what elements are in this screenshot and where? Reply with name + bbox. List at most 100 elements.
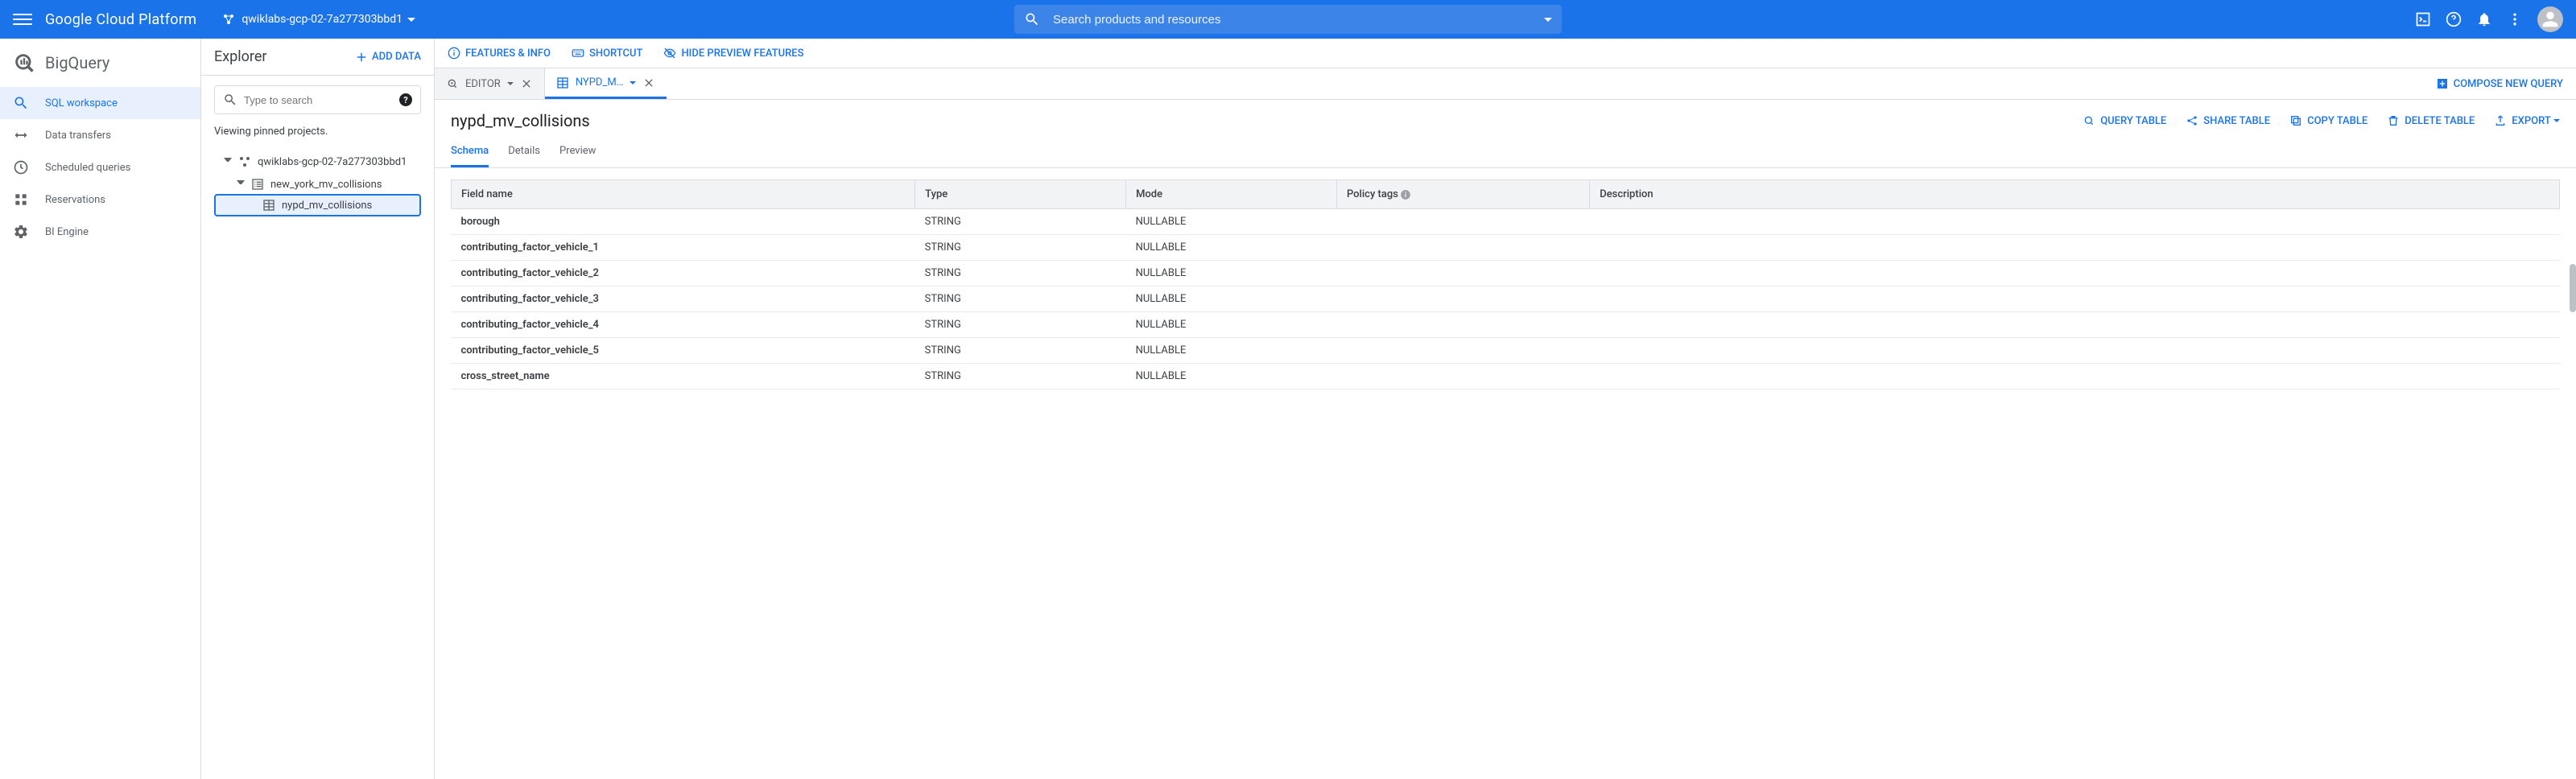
query-table-button[interactable]: QUERY TABLE <box>2083 114 2166 127</box>
table-row[interactable]: contributing_factor_vehicle_4 STRING NUL… <box>452 312 2560 338</box>
features-info-button[interactable]: FEATURES & INFO <box>448 47 551 60</box>
tree-table[interactable]: nypd_mv_collisions <box>214 194 421 216</box>
search-icon <box>223 93 237 107</box>
cell-desc <box>1590 209 2560 235</box>
menu-icon[interactable] <box>13 10 32 29</box>
tab-table[interactable]: NYPD_M… <box>545 68 667 99</box>
cell-field: contributing_factor_vehicle_3 <box>452 286 915 312</box>
chevron-down-icon[interactable] <box>1544 18 1552 22</box>
schema-table: Field name Type Mode Policy tags Descrip… <box>435 168 2576 390</box>
more-icon[interactable] <box>2507 11 2523 27</box>
table-row[interactable]: contributing_factor_vehicle_1 STRING NUL… <box>452 235 2560 261</box>
cell-desc <box>1590 312 2560 338</box>
cell-type: STRING <box>915 364 1126 390</box>
chevron-down-icon[interactable] <box>237 180 245 188</box>
project-picker[interactable]: qwiklabs-gcp-02-7a277303bbd1 <box>216 10 422 29</box>
help-icon[interactable]: ? <box>399 93 412 106</box>
col-field: Field name <box>452 180 915 209</box>
share-table-button[interactable]: SHARE TABLE <box>2186 114 2270 127</box>
explorer-header: Explorer ADD DATA <box>201 39 434 76</box>
project-name: qwiklabs-gcp-02-7a277303bbd1 <box>242 13 402 26</box>
copy-icon <box>2289 114 2302 127</box>
nav-bi-engine[interactable]: BI Engine <box>0 216 200 248</box>
project-icon <box>238 155 251 168</box>
tab-label: NYPD_M… <box>576 76 624 89</box>
cloud-shell-icon[interactable] <box>2415 11 2431 27</box>
table-row[interactable]: contributing_factor_vehicle_3 STRING NUL… <box>452 286 2560 312</box>
action-label: SHARE TABLE <box>2203 115 2270 127</box>
chevron-down-icon[interactable] <box>2553 119 2560 122</box>
export-button[interactable]: EXPORT <box>2494 114 2560 127</box>
document-tabs: EDITOR NYPD_M… COMPOSE NEW QUERY <box>435 68 2576 100</box>
cell-mode: NULLABLE <box>1126 235 1337 261</box>
table-actions: QUERY TABLE SHARE TABLE COPY TABLE DELET… <box>2083 114 2560 127</box>
cell-mode: NULLABLE <box>1126 261 1337 286</box>
cell-type: STRING <box>915 312 1126 338</box>
add-data-button[interactable]: ADD DATA <box>354 50 421 64</box>
gear-icon <box>13 224 29 240</box>
chevron-down-icon[interactable] <box>507 82 514 85</box>
cell-field: contributing_factor_vehicle_5 <box>452 338 915 364</box>
table-row[interactable]: cross_street_name STRING NULLABLE <box>452 364 2560 390</box>
subtab-schema[interactable]: Schema <box>451 137 489 167</box>
chevron-down-icon[interactable] <box>630 81 636 84</box>
help-icon[interactable] <box>2446 11 2462 27</box>
share-icon <box>2186 114 2198 127</box>
action-label: COPY TABLE <box>2307 115 2368 127</box>
chevron-down-icon <box>407 18 415 22</box>
cell-desc <box>1590 286 2560 312</box>
close-icon[interactable] <box>520 77 533 90</box>
explorer-search[interactable]: ? <box>214 85 421 114</box>
table-row[interactable]: borough STRING NULLABLE <box>452 209 2560 235</box>
search-box[interactable] <box>1014 5 1562 34</box>
keyboard-icon <box>572 47 584 60</box>
nav-sql-workspace[interactable]: SQL workspace <box>0 87 200 119</box>
table-row[interactable]: contributing_factor_vehicle_2 STRING NUL… <box>452 261 2560 286</box>
tree-project[interactable]: qwiklabs-gcp-02-7a277303bbd1 <box>221 150 415 173</box>
scrollbar-thumb[interactable] <box>2570 264 2576 312</box>
tree-label: new_york_mv_collisions <box>270 179 382 191</box>
compose-query-button[interactable]: COMPOSE NEW QUERY <box>2436 77 2563 90</box>
avatar[interactable] <box>2537 6 2563 32</box>
plus-icon <box>354 50 369 64</box>
cell-type: STRING <box>915 209 1126 235</box>
shortcut-label: SHORTCUT <box>589 47 642 60</box>
table-title: nypd_mv_collisions <box>451 111 590 130</box>
subtab-preview[interactable]: Preview <box>559 137 596 167</box>
left-nav: BigQuery SQL workspace Data transfers Sc… <box>0 39 201 779</box>
cell-field: cross_street_name <box>452 364 915 390</box>
cell-field: contributing_factor_vehicle_2 <box>452 261 915 286</box>
shortcut-button[interactable]: SHORTCUT <box>572 47 642 60</box>
nav-scheduled-queries[interactable]: Scheduled queries <box>0 151 200 183</box>
pinned-text: Viewing pinned projects. <box>214 126 421 138</box>
bigquery-icon <box>13 52 35 74</box>
cell-desc <box>1590 364 2560 390</box>
notifications-icon[interactable] <box>2476 11 2492 27</box>
tree-dataset[interactable]: new_york_mv_collisions <box>221 173 415 196</box>
copy-table-button[interactable]: COPY TABLE <box>2289 114 2368 127</box>
tab-editor[interactable]: EDITOR <box>435 68 545 99</box>
close-icon[interactable] <box>642 76 655 89</box>
table-icon <box>262 199 275 212</box>
product-title: BigQuery <box>45 53 109 72</box>
cell-mode: NULLABLE <box>1126 286 1337 312</box>
tab-label: EDITOR <box>465 78 501 90</box>
table-row[interactable]: contributing_factor_vehicle_5 STRING NUL… <box>452 338 2560 364</box>
plus-icon <box>2436 77 2449 90</box>
nav-reservations[interactable]: Reservations <box>0 183 200 216</box>
action-label: QUERY TABLE <box>2100 115 2166 127</box>
subtab-details[interactable]: Details <box>508 137 540 167</box>
nav-data-transfers[interactable]: Data transfers <box>0 119 200 151</box>
search-input[interactable] <box>1053 13 1538 27</box>
nav-label: SQL workspace <box>45 97 118 109</box>
explorer-search-input[interactable] <box>244 94 399 106</box>
table-header-row: Field name Type Mode Policy tags Descrip… <box>452 180 2560 209</box>
info-icon[interactable] <box>1400 189 1411 200</box>
add-data-label: ADD DATA <box>372 51 421 63</box>
transfers-icon <box>13 127 29 143</box>
chevron-down-icon[interactable] <box>224 158 232 166</box>
reservations-icon <box>13 192 29 208</box>
delete-table-button[interactable]: DELETE TABLE <box>2387 114 2475 127</box>
explorer-body: ? Viewing pinned projects. qwiklabs-gcp-… <box>201 76 434 779</box>
hide-preview-button[interactable]: HIDE PREVIEW FEATURES <box>663 47 803 60</box>
